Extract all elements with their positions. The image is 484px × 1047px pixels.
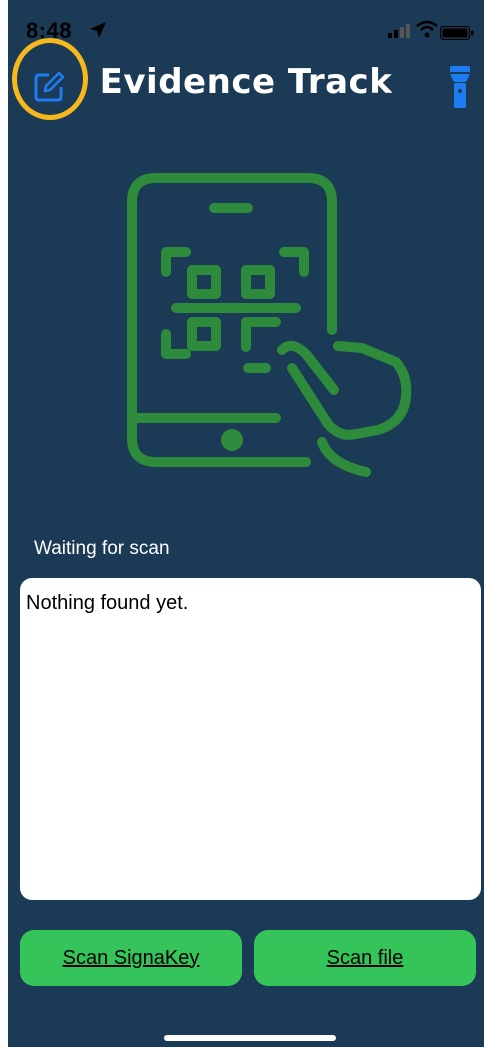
scan-file-button[interactable]: Scan file [254,930,476,986]
app-screen: 8:48 Evidence Track Waiting for scan Not… [8,0,484,1047]
status-bar: 8:48 [8,0,484,50]
location-arrow-icon [90,22,106,38]
scan-status-label: Waiting for scan [34,538,170,559]
wifi-icon [416,20,438,38]
phone-qr-scan-illustration [127,173,412,477]
flashlight-icon[interactable] [448,66,472,108]
scan-result-textbox[interactable]: Nothing found yet. [20,578,481,900]
battery-icon [440,26,474,40]
home-indicator[interactable] [164,1035,336,1041]
scan-result-text: Nothing found yet. [26,592,189,614]
scan-signakey-button[interactable]: Scan SignaKey [20,930,242,986]
page-title: Evidence Track [99,62,393,102]
cellular-signal-icon [388,24,410,38]
